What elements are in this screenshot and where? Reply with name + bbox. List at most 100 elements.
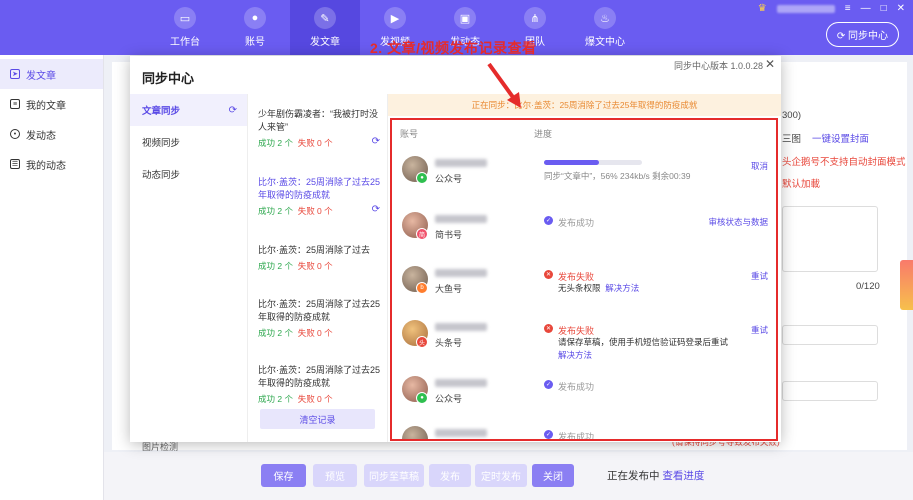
record-title: 比尔·盖茨：25周消除了过去25年取得的防疫成就 (258, 299, 381, 322)
clear-records-button[interactable]: 清空记录 (260, 409, 375, 429)
sidebar-item-my-moments[interactable]: ☰ 我的动态 (0, 149, 103, 179)
dialog-title: 同步中心 (142, 71, 195, 86)
list-item[interactable]: 少年剧伤霸凌者：“我被打时没人来管” 成功 2 个 失败 0 个 ⟳ (258, 108, 386, 149)
nav-workbench[interactable]: ▭ 工作台 (150, 0, 220, 55)
record-stats: 成功 2 个 失败 0 个 (258, 260, 386, 272)
nav-label: 账号 (245, 37, 265, 48)
tab-label: 动态同步 (142, 170, 181, 181)
fail-count: 失败 0 个 (297, 138, 333, 148)
fail-count: 失败 0 个 (297, 206, 333, 216)
nav-publish-article[interactable]: ✎ 发文章 (290, 0, 360, 55)
sync-type-sidebar: 文章同步 ⟳ 视频同步 动态同步 (130, 94, 248, 442)
image-icon: ▣ (454, 7, 476, 29)
view-progress-link[interactable]: 查看进度 (662, 470, 704, 482)
count-hint: 300) (782, 110, 802, 121)
crown-icon: ♛ (757, 3, 767, 14)
side-widget[interactable] (900, 260, 913, 310)
maximize-icon[interactable]: □ (881, 3, 887, 14)
username-blurred (776, 4, 835, 13)
sync-record-list: 少年剧伤霸凌者：“我被打时没人来管” 成功 2 个 失败 0 个 ⟳ 比尔·盖茨… (248, 94, 388, 442)
sync-center-label: 同步中心 (848, 31, 888, 42)
nav-label: 发文章 (310, 37, 340, 48)
nav-accounts[interactable]: ● 账号 (220, 0, 290, 55)
list-icon: ☰ (10, 159, 20, 169)
field-input-b[interactable] (782, 381, 878, 401)
sidebar-item-my-articles[interactable]: ≡ 我的文章 (0, 89, 103, 119)
record-stats: 成功 2 个 失败 0 个 (258, 393, 386, 405)
summary-textarea[interactable] (782, 206, 878, 272)
nav-label: 爆文中心 (585, 37, 625, 48)
minimize-icon[interactable]: — (861, 3, 871, 14)
sidebar-item-label: 我的动态 (26, 160, 66, 172)
bottom-action-bar: 保存 预览 同步至草稿 发布 定时发布 关闭 正在发布中 查看进度 (104, 452, 913, 500)
record-title: 少年剧伤霸凌者：“我被打时没人来管” (258, 109, 378, 132)
annotation-arrow-icon (487, 62, 521, 108)
team-icon: ⋔ (524, 7, 546, 29)
tab-label: 视频同步 (142, 138, 181, 149)
save-button[interactable]: 保存 (261, 464, 306, 487)
send-icon: ➤ (10, 69, 20, 79)
menu-icon[interactable]: ≡ (845, 3, 851, 14)
circle-icon: • (10, 129, 20, 139)
list-item[interactable]: 比尔·盖茨：25周消除了过去25年取得的防疫成就 成功 2 个 失败 0 个 (258, 364, 386, 405)
sync-notice-banner: 正在同步：比尔·盖茨：25周消除了过去25年取得的防疫成就 (388, 94, 781, 116)
sidebar-item-label: 我的文章 (26, 100, 66, 112)
success-count: 成功 2 个 (258, 261, 293, 271)
record-stats: 成功 2 个 失败 0 个 (258, 327, 386, 339)
success-count: 成功 2 个 (258, 206, 293, 216)
left-sidebar: ➤ 发文章 ≡ 我的文章 • 发动态 ☰ 我的动态 (0, 55, 104, 500)
success-count: 成功 2 个 (258, 394, 293, 404)
record-title: 比尔·盖茨：25周消除了过去25年取得的防疫成就 (258, 365, 381, 388)
preview-button[interactable]: 预览 (313, 464, 357, 487)
publish-button[interactable]: 发布 (429, 464, 471, 487)
auto-cover-link[interactable]: 一键设置封面 (812, 131, 869, 145)
list-item[interactable]: 比尔·盖茨：25周消除了过去25年取得的防疫成就 成功 2 个 失败 0 个 ⟳ (258, 176, 386, 217)
list-item[interactable]: 比尔·盖茨：25周消除了过去25年取得的防疫成就 成功 2 个 失败 0 个 (258, 298, 386, 339)
user-icon: ● (244, 7, 266, 29)
play-icon: ▶ (384, 7, 406, 29)
feather-icon: ✎ (314, 7, 336, 29)
field-input-a[interactable] (782, 325, 878, 345)
refresh-icon: ⟳ (836, 31, 848, 42)
sync-draft-button[interactable]: 同步至草稿 (364, 464, 424, 487)
success-count: 成功 2 个 (258, 138, 293, 148)
tab-video-sync[interactable]: 视频同步 (130, 126, 247, 158)
nav-hot-articles[interactable]: ♨ 爆文中心 (570, 0, 640, 55)
publish-status: 正在发布中 查看进度 (607, 468, 704, 483)
version-label: 同步中心版本 1.0.0.28 (674, 61, 764, 71)
record-stats: 成功 2 个 失败 0 个 (258, 205, 386, 217)
sidebar-item-publish-article[interactable]: ➤ 发文章 (0, 59, 103, 89)
tab-article-sync[interactable]: 文章同步 ⟳ (130, 94, 247, 126)
refresh-icon[interactable]: ⟳ (229, 105, 237, 116)
record-stats: 成功 2 个 失败 0 个 (258, 137, 386, 149)
cover-option-three[interactable]: 三图 (782, 131, 801, 145)
record-title: 比尔·盖茨：25周消除了过去25年取得的防疫成就 (258, 177, 381, 200)
tab-moment-sync[interactable]: 动态同步 (130, 158, 247, 190)
success-count: 成功 2 个 (258, 328, 293, 338)
monitor-icon: ▭ (174, 7, 196, 29)
cover-warning: 头企鹅号不支持自动封面模式 (782, 157, 906, 168)
status-text: 正在发布中 (607, 470, 660, 482)
dialog-close-icon[interactable]: ✕ (765, 57, 775, 71)
sidebar-item-publish-moment[interactable]: • 发动态 (0, 119, 103, 149)
window-controls: ♛ ≡ — □ ✕ (758, 3, 905, 14)
sync-center-button[interactable]: ⟳ 同步中心 (825, 22, 899, 47)
fire-icon: ♨ (594, 7, 616, 29)
nav-label: 工作台 (170, 37, 200, 48)
char-counter: 0/120 (856, 281, 880, 292)
fail-count: 失败 0 个 (297, 261, 333, 271)
sidebar-item-label: 发文章 (26, 70, 56, 82)
schedule-publish-button[interactable]: 定时发布 (475, 464, 527, 487)
tab-label: 文章同步 (142, 106, 181, 117)
close-button[interactable]: 关闭 (532, 464, 574, 487)
tutorial-annotation: 2. 文章/视频发布记录查看 (370, 40, 537, 56)
sidebar-item-label: 发动态 (26, 130, 56, 142)
window-close-icon[interactable]: ✕ (897, 3, 905, 14)
refresh-icon[interactable]: ⟳ (372, 204, 380, 215)
document-icon: ≡ (10, 99, 20, 109)
fail-count: 失败 0 个 (297, 328, 333, 338)
list-item[interactable]: 比尔·盖茨：25周消除了过去 成功 2 个 失败 0 个 (258, 244, 386, 272)
default-load-note: 默认加載 (782, 179, 821, 190)
refresh-icon[interactable]: ⟳ (372, 136, 380, 147)
fail-count: 失败 0 个 (297, 394, 333, 404)
